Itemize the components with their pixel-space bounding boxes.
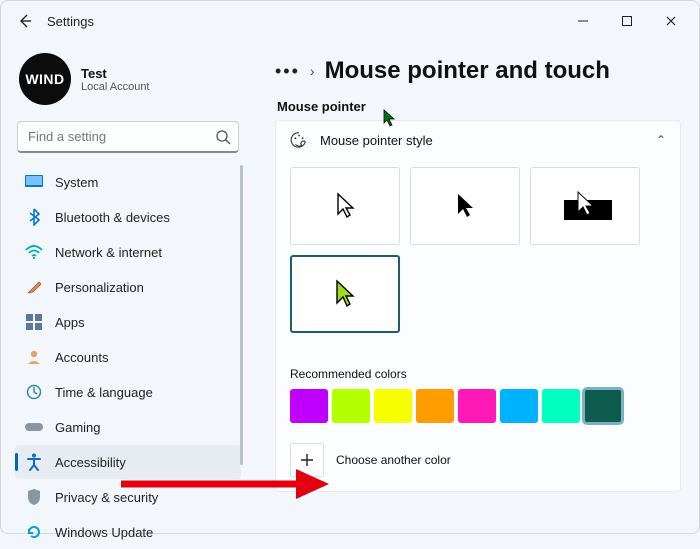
recommended-colors-block: Recommended colors — [276, 357, 680, 435]
color-swatch[interactable] — [374, 389, 412, 423]
minimize-button[interactable] — [563, 5, 603, 37]
cursor-inverted-icon — [550, 186, 620, 226]
maximize-icon — [621, 15, 633, 27]
title-bar: Settings — [1, 1, 699, 41]
search-row — [17, 121, 239, 153]
section-header: Mouse pointer — [277, 99, 681, 114]
paintbrush-icon — [25, 278, 43, 296]
wifi-icon — [25, 243, 43, 261]
cursor-color-icon — [333, 279, 357, 309]
chevron-up-icon: ⌃ — [656, 133, 666, 147]
cursor-black-icon — [454, 192, 476, 220]
color-swatch[interactable] — [542, 389, 580, 423]
color-swatch[interactable] — [416, 389, 454, 423]
sidebar-item-label: Privacy & security — [55, 490, 158, 505]
plus-icon — [299, 452, 315, 468]
sidebar-item-system[interactable]: System — [15, 165, 241, 199]
sidebar-item-apps[interactable]: Apps — [15, 305, 241, 339]
sidebar-item-accounts[interactable]: Accounts — [15, 340, 241, 374]
pointer-style-label: Mouse pointer style — [320, 133, 433, 148]
pointer-style-white[interactable] — [290, 167, 400, 245]
accessibility-icon — [25, 453, 43, 471]
breadcrumb-overflow-button[interactable]: ••• — [275, 62, 300, 80]
color-swatch[interactable] — [332, 389, 370, 423]
breadcrumb: ••• › Mouse pointer and touch — [275, 57, 681, 85]
sidebar-item-time-language[interactable]: Time & language — [15, 375, 241, 409]
maximize-button[interactable] — [607, 5, 647, 37]
cursor-white-icon — [334, 192, 356, 220]
pointer-style-card: Mouse pointer style ⌃ Recommended colo — [275, 120, 681, 492]
sidebar-item-bluetooth[interactable]: Bluetooth & devices — [15, 200, 241, 234]
sidebar-item-label: Bluetooth & devices — [55, 210, 170, 225]
pointer-style-black[interactable] — [410, 167, 520, 245]
gamepad-icon — [25, 418, 43, 436]
color-swatch[interactable] — [500, 389, 538, 423]
profile-block[interactable]: WIND Test Local Account — [19, 53, 241, 105]
color-swatch-selected[interactable] — [584, 389, 622, 423]
globe-clock-icon — [25, 383, 43, 401]
color-swatch[interactable] — [458, 389, 496, 423]
pointer-style-header[interactable]: Mouse pointer style ⌃ — [276, 121, 680, 159]
color-swatch-row — [290, 389, 666, 423]
sidebar-item-label: Accessibility — [55, 455, 126, 470]
close-icon — [665, 15, 677, 27]
person-icon — [25, 348, 43, 366]
sidebar-item-label: System — [55, 175, 98, 190]
sidebar-item-privacy[interactable]: Privacy & security — [15, 480, 241, 514]
sidebar-item-network[interactable]: Network & internet — [15, 235, 241, 269]
choose-color-label: Choose another color — [336, 453, 451, 467]
profile-name: Test — [81, 66, 150, 81]
sidebar-item-label: Gaming — [55, 420, 101, 435]
sidebar-item-label: Accounts — [55, 350, 108, 365]
pointer-style-inverted[interactable] — [530, 167, 640, 245]
shield-icon — [25, 488, 43, 506]
sidebar-item-label: Apps — [55, 315, 85, 330]
sidebar-item-label: Windows Update — [55, 525, 153, 540]
scrollbar-thumb[interactable] — [240, 165, 243, 465]
sidebar-item-accessibility[interactable]: Accessibility — [15, 445, 241, 479]
profile-subtitle: Local Account — [81, 81, 150, 93]
close-button[interactable] — [651, 5, 691, 37]
palette-icon — [290, 131, 308, 149]
pointer-style-grid — [276, 159, 680, 347]
sidebar-item-label: Personalization — [55, 280, 144, 295]
content-area: WIND Test Local Account System Bluetooth… — [1, 41, 699, 533]
sidebar-item-label: Network & internet — [55, 245, 162, 260]
chevron-right-icon: › — [310, 63, 315, 79]
app-title: Settings — [47, 14, 94, 29]
pointer-style-custom-color[interactable] — [290, 255, 400, 333]
nav-scrollbar[interactable] — [240, 165, 243, 549]
nav-list: System Bluetooth & devices Network & int… — [15, 165, 241, 549]
choose-color-row: Choose another color — [276, 435, 680, 491]
sidebar: WIND Test Local Account System Bluetooth… — [1, 41, 253, 533]
recommended-colors-label: Recommended colors — [290, 367, 666, 381]
sidebar-item-gaming[interactable]: Gaming — [15, 410, 241, 444]
choose-color-button[interactable] — [290, 443, 324, 477]
update-icon — [25, 523, 43, 541]
color-swatch[interactable] — [290, 389, 328, 423]
sidebar-item-label: Time & language — [55, 385, 153, 400]
main-panel: ••• › Mouse pointer and touch Mouse poin… — [253, 41, 699, 533]
monitor-icon — [25, 173, 43, 191]
apps-icon — [25, 313, 43, 331]
arrow-left-icon — [17, 13, 33, 29]
sidebar-item-windows-update[interactable]: Windows Update — [15, 515, 241, 549]
minimize-icon — [577, 15, 589, 27]
back-button[interactable] — [9, 5, 41, 37]
page-title: Mouse pointer and touch — [325, 57, 610, 85]
search-input[interactable] — [17, 121, 239, 153]
avatar: WIND — [19, 53, 71, 105]
bluetooth-icon — [25, 208, 43, 226]
sidebar-item-personalization[interactable]: Personalization — [15, 270, 241, 304]
window-controls — [563, 5, 691, 37]
